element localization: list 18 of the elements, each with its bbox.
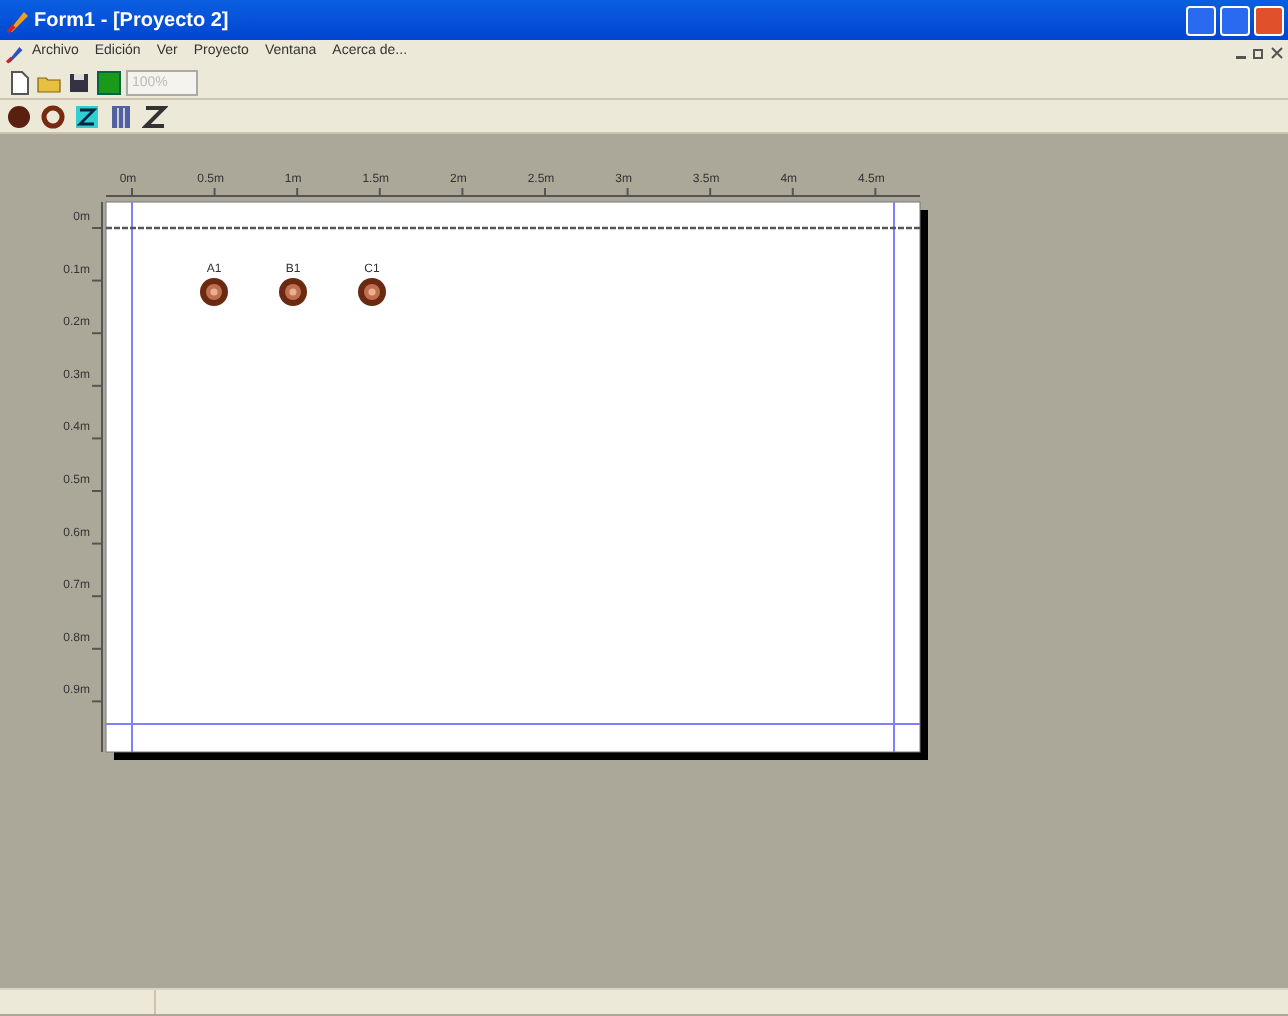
app-icon <box>4 43 24 63</box>
restore-button[interactable] <box>1220 5 1250 35</box>
columns-icon[interactable] <box>108 103 134 129</box>
grid-icon[interactable] <box>96 69 122 95</box>
minimize-button[interactable] <box>1186 5 1216 35</box>
component-node[interactable] <box>200 278 228 306</box>
app-icon <box>4 7 30 33</box>
component-node[interactable] <box>279 278 307 306</box>
circle-icon[interactable] <box>6 103 32 129</box>
window-title: Form1 - [Proyecto 2] <box>34 7 229 35</box>
close-icon[interactable] <box>1270 46 1284 60</box>
z-tile-icon[interactable] <box>74 103 100 129</box>
ring-icon[interactable] <box>40 103 66 129</box>
z-icon[interactable] <box>142 103 168 129</box>
save-icon[interactable] <box>66 69 92 95</box>
restore-icon[interactable] <box>1252 46 1266 60</box>
close-button[interactable] <box>1254 5 1284 35</box>
component-node[interactable] <box>358 278 386 306</box>
